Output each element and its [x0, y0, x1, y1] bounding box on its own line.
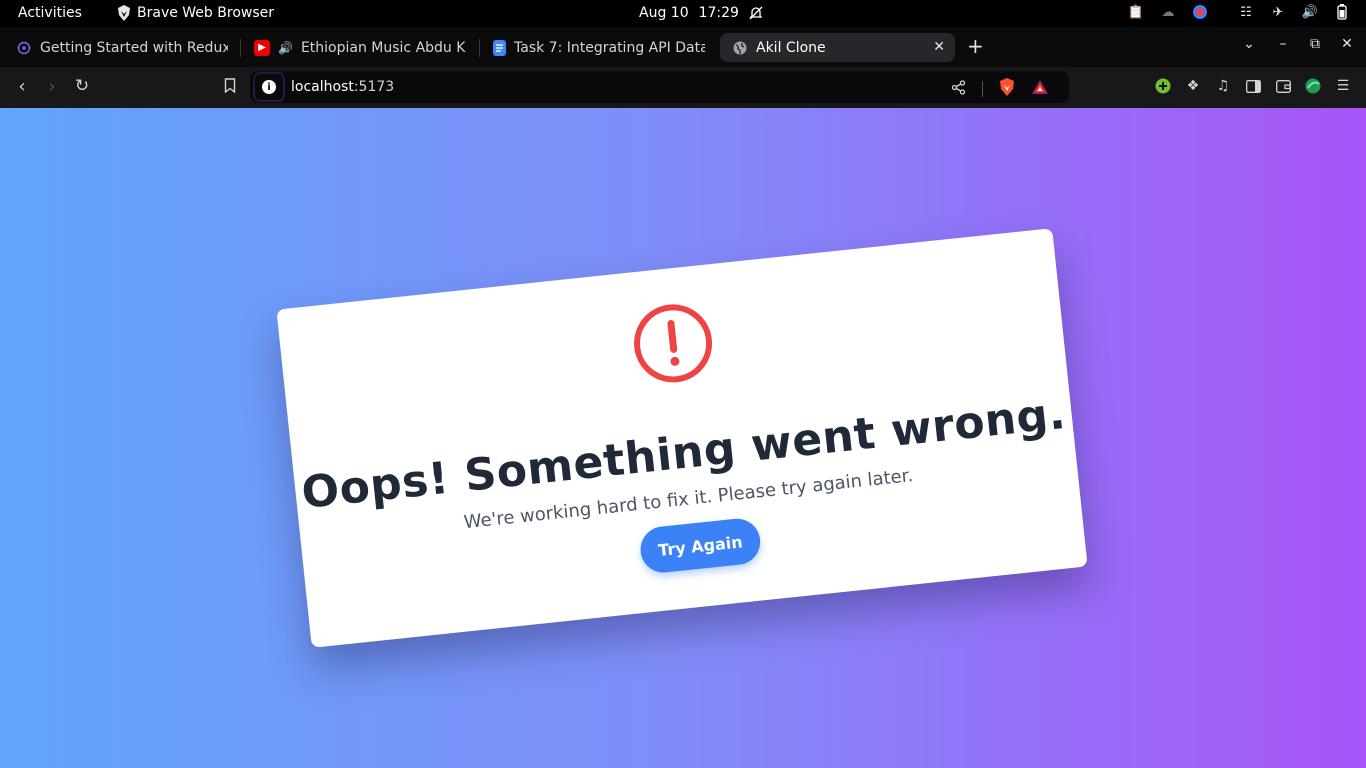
url-host: localhost — [291, 79, 354, 95]
add-extension-icon[interactable] — [1155, 78, 1171, 94]
tab-redux[interactable]: Getting Started with Redux — [2, 33, 228, 62]
close-tab-icon[interactable]: ✕ — [933, 39, 945, 55]
clock[interactable]: Aug 10 17:29 — [639, 5, 763, 21]
brave-shields-icon[interactable] — [999, 78, 1015, 100]
vpn-icon[interactable] — [1305, 78, 1321, 94]
audio-playing-icon[interactable]: 🔊 — [278, 41, 293, 55]
tab-strip: Getting Started with Redux ▶ 🔊 Ethiopian… — [0, 27, 1366, 67]
system-tray: 📋 ☁ ☷ ✈ 🔊 — [1128, 4, 1350, 20]
tab-task-7[interactable]: Task 7: Integrating API Data — [479, 33, 705, 62]
globe-icon — [732, 40, 748, 56]
notifications-muted-icon — [749, 6, 763, 20]
info-icon: i — [262, 80, 276, 94]
address-bar[interactable]: i localhost:5173 — [250, 71, 1069, 103]
extensions-icon[interactable]: ❖ — [1185, 78, 1201, 94]
tab-title: Task 7: Integrating API Data — [514, 39, 705, 56]
toolbar-right-icons: ❖ ♫ ☰ — [1155, 78, 1351, 94]
wallet-icon[interactable] — [1275, 78, 1291, 94]
tab-title: Ethiopian Music Abdu Kiar — [300, 39, 466, 56]
menu-icon[interactable]: ☰ — [1335, 78, 1351, 94]
url-text[interactable]: localhost:5173 — [291, 79, 394, 95]
tab-ethiopian-music[interactable]: ▶ 🔊 Ethiopian Music Abdu Kiar — [240, 33, 466, 62]
cloud-icon[interactable]: ☁ — [1160, 4, 1176, 20]
app-name-label: Brave Web Browser — [137, 5, 274, 21]
media-controls-icon[interactable]: ♫ — [1215, 78, 1231, 94]
try-again-button[interactable]: Try Again — [638, 516, 763, 575]
clock-date: Aug 10 — [639, 5, 689, 21]
url-port: :5173 — [353, 79, 395, 95]
activities-button[interactable]: Activities — [18, 5, 82, 21]
tab-title: Akil Clone — [756, 39, 826, 56]
forward-button[interactable]: › — [41, 76, 63, 97]
browser-toolbar: ‹ › ↻ i localhost:5173 ❖ ♫ ☰ — [0, 67, 1366, 108]
error-card: Oops! Something went wrong. We're workin… — [276, 228, 1088, 648]
restore-icon[interactable]: ⧉ — [1306, 36, 1324, 52]
page-viewport: Oops! Something went wrong. We're workin… — [0, 108, 1366, 768]
address-bar-icons — [951, 78, 1049, 100]
redux-icon — [16, 40, 32, 56]
app-menu[interactable]: Brave Web Browser — [117, 5, 274, 21]
close-window-icon[interactable]: ✕ — [1338, 36, 1356, 52]
network-icon[interactable]: ☷ — [1238, 4, 1254, 20]
back-button[interactable]: ‹ — [11, 76, 33, 97]
brave-lion-icon — [118, 5, 130, 21]
bookmark-icon[interactable] — [219, 78, 241, 97]
clipboard-icon[interactable]: 📋 — [1128, 4, 1144, 20]
battery-icon[interactable] — [1334, 4, 1350, 20]
divider — [982, 81, 983, 97]
tab-akil-clone[interactable]: Akil Clone ✕ — [720, 33, 955, 62]
youtube-icon: ▶ — [254, 39, 270, 56]
tab-list-chevron-down-icon[interactable]: ⌄ — [1240, 36, 1258, 52]
site-info-button[interactable]: i — [253, 72, 285, 102]
sidebar-toggle-icon[interactable] — [1245, 78, 1261, 94]
tab-title: Getting Started with Redux — [40, 39, 228, 56]
app-indicator-icon[interactable] — [1192, 4, 1208, 20]
clock-time: 17:29 — [698, 5, 739, 21]
reload-button[interactable]: ↻ — [71, 76, 93, 96]
share-icon[interactable] — [951, 79, 966, 99]
volume-icon[interactable]: 🔊 — [1302, 4, 1318, 20]
system-top-bar: Activities Brave Web Browser Aug 10 17:2… — [0, 0, 1366, 27]
airplane-mode-icon[interactable]: ✈ — [1270, 4, 1286, 20]
alert-circle-icon — [634, 304, 713, 383]
new-tab-button[interactable]: + — [967, 35, 984, 57]
minimize-icon[interactable]: – — [1274, 36, 1292, 52]
google-docs-icon — [493, 39, 506, 56]
brave-rewards-icon[interactable] — [1031, 79, 1049, 99]
